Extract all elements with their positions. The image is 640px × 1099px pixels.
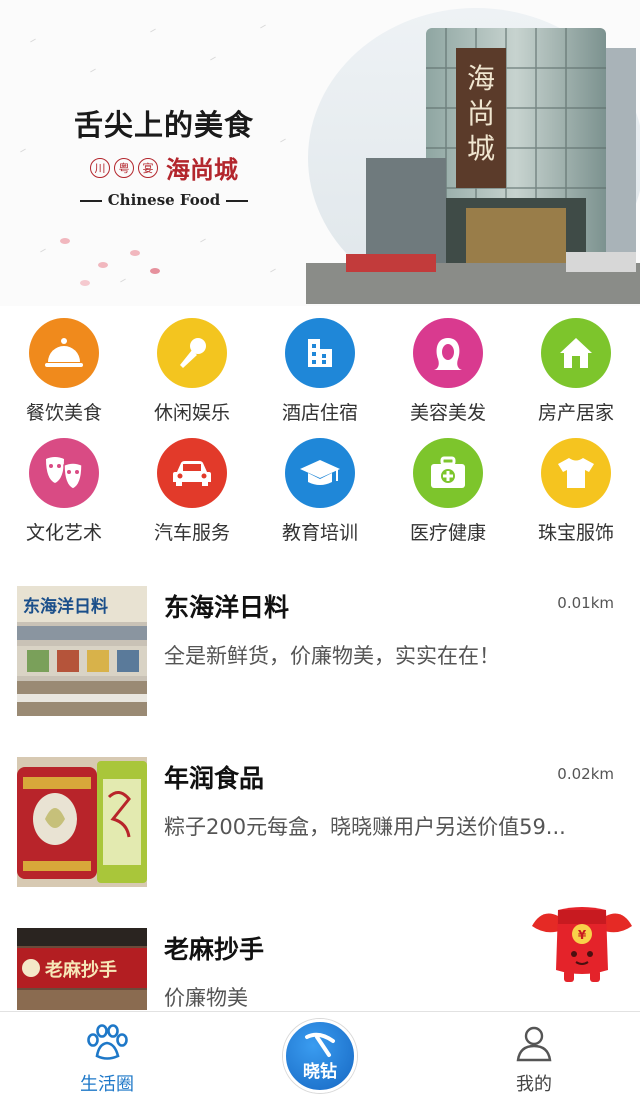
woman-hair-icon <box>413 318 483 388</box>
category-label: 珠宝服饰 <box>537 523 614 544</box>
shop-thumbnail <box>17 757 147 887</box>
list-item[interactable]: 年润食品 0.02km 粽子200元每盒，晓晓赚用户另送价值59... <box>0 757 640 917</box>
category-label: 美容美发 <box>409 403 486 424</box>
tab-life-circle[interactable]: 生活圈 <box>37 1024 177 1096</box>
user-icon <box>516 1026 552 1062</box>
shop-thumbnail: 东海洋日料 <box>17 586 147 716</box>
category-label: 房产居家 <box>537 403 614 424</box>
thumb-sign-text: 东海洋日料 <box>23 596 108 617</box>
category-label: 汽车服务 <box>153 523 230 544</box>
seal-2: 粤 <box>114 157 134 178</box>
microphone-icon <box>157 318 227 388</box>
list-item[interactable]: 东海洋日料 东海洋日料 0.01km 全是新鲜货，价廉物美，实实在在！ <box>0 586 640 746</box>
shop-title: 东海洋日料 <box>164 593 290 622</box>
category-hotel[interactable]: 酒店住宿 <box>256 318 384 425</box>
shop-description: 粽子200元每盒，晓晓赚用户另送价值59... <box>164 815 566 839</box>
cloche-icon <box>29 318 99 388</box>
category-label: 教育培训 <box>281 523 358 544</box>
hero-banner[interactable]: 舌尖上的美食 川 粤 宴 海尚城 Chinese Food 海 尚 城 <box>0 0 640 306</box>
seal-1: 川 <box>90 157 110 178</box>
category-catering[interactable]: 餐饮美食 <box>0 318 128 425</box>
category-arts[interactable]: 文化艺术 <box>0 438 128 545</box>
store-name: 海尚城 <box>166 155 238 184</box>
category-label: 文化艺术 <box>25 523 102 544</box>
tab-label: 生活圈 <box>80 1074 134 1095</box>
category-auto[interactable]: 汽车服务 <box>128 438 256 545</box>
category-label: 酒店住宿 <box>281 403 358 424</box>
seal-3: 宴 <box>138 157 158 178</box>
paw-icon <box>87 1024 128 1060</box>
category-education[interactable]: 教育培训 <box>256 438 384 545</box>
category-beauty[interactable]: 美容美发 <box>384 318 512 425</box>
medical-kit-icon <box>413 438 483 508</box>
shop-thumbnail: 老麻抄手 <box>17 928 147 1010</box>
graduation-cap-icon <box>285 438 355 508</box>
banner-english: Chinese Food <box>64 191 264 209</box>
category-medical[interactable]: 医疗健康 <box>384 438 512 545</box>
category-label: 医疗健康 <box>409 523 486 544</box>
banner-title: 舌尖上的美食 <box>73 108 254 142</box>
house-icon <box>541 318 611 388</box>
red-packet-icon[interactable]: ¥ <box>528 900 636 990</box>
shop-distance: 0.02km <box>557 765 614 783</box>
brand-block: 舌尖上的美食 川 粤 宴 海尚城 Chinese Food <box>64 102 264 209</box>
svg-text:¥: ¥ <box>578 928 587 942</box>
thumb-sign-text: 老麻抄手 <box>45 959 117 981</box>
sign-char-1: 海 <box>467 62 495 95</box>
drill-center-button[interactable]: 晓钻 <box>283 1019 357 1093</box>
pickaxe-icon <box>305 1032 335 1057</box>
building-photo: 海 尚 城 <box>306 8 640 304</box>
hotel-icon <box>285 318 355 388</box>
shop-distance: 0.01km <box>557 594 614 612</box>
category-jewelry-apparel[interactable]: 珠宝服饰 <box>512 438 640 545</box>
brand-subline: 川 粤 宴 海尚城 <box>64 150 264 185</box>
shop-description: 全是新鲜货，价廉物美，实实在在！ <box>164 644 500 668</box>
sign-char-2: 尚 <box>467 97 495 130</box>
theater-masks-icon <box>29 438 99 508</box>
center-button-label: 晓钻 <box>303 1061 337 1082</box>
shirt-icon <box>541 438 611 508</box>
tab-label: 我的 <box>516 1074 552 1095</box>
category-label: 休闲娱乐 <box>153 403 230 424</box>
sign-char-3: 城 <box>467 132 495 165</box>
category-label: 餐饮美食 <box>25 403 102 424</box>
category-entertainment[interactable]: 休闲娱乐 <box>128 318 256 425</box>
tab-mine[interactable]: 我的 <box>464 1024 604 1096</box>
shop-title: 老麻抄手 <box>164 935 265 964</box>
car-icon <box>157 438 227 508</box>
category-realestate[interactable]: 房产居家 <box>512 318 640 425</box>
shop-title: 年润食品 <box>164 764 265 793</box>
